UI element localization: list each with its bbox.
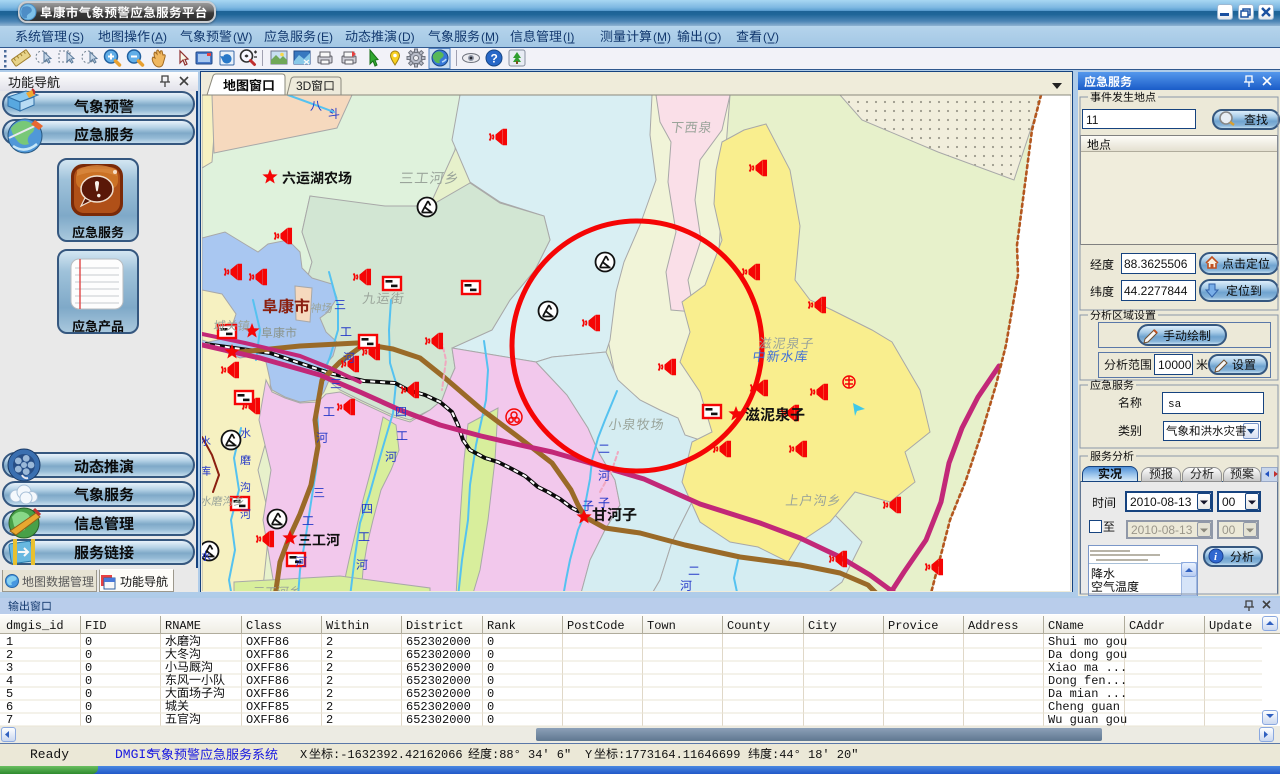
- svg-text:FID: FID: [85, 619, 107, 633]
- svg-text:2: 2: [326, 687, 333, 701]
- svg-text:OXFF86: OXFF86: [246, 713, 289, 727]
- svg-text:Address: Address: [968, 619, 1018, 633]
- svg-text:2: 2: [326, 648, 333, 662]
- svg-text:0: 0: [85, 700, 92, 714]
- svg-text:44.2277844: 44.2277844: [1124, 284, 1188, 298]
- svg-text:0: 0: [85, 674, 92, 688]
- svg-text:Wu guan gou: Wu guan gou: [1048, 713, 1127, 727]
- svg-text:Da mian ...: Da mian ...: [1048, 687, 1127, 701]
- svg-text:2010-08-13: 2010-08-13: [1130, 495, 1192, 509]
- svg-text:2: 2: [326, 700, 333, 714]
- svg-text:Cheng guan: Cheng guan: [1048, 700, 1120, 714]
- svg-text:Shui mo gou: Shui mo gou: [1048, 635, 1127, 649]
- svg-text:Da dong gou: Da dong gou: [1048, 648, 1127, 662]
- svg-text:Rank: Rank: [487, 619, 516, 633]
- svg-text:2: 2: [326, 635, 333, 649]
- svg-text:CName: CName: [1048, 619, 1084, 633]
- svg-text::1773164.11646699: :1773164.11646699: [618, 748, 740, 762]
- svg-text:2010-08-13: 2010-08-13: [1131, 523, 1193, 537]
- svg-text:0: 0: [85, 648, 92, 662]
- svg-text:OXFF86: OXFF86: [246, 635, 289, 649]
- svg-text:Dong fen...: Dong fen...: [1048, 674, 1127, 688]
- svg-text:652302000: 652302000: [406, 713, 471, 727]
- svg-text:City: City: [808, 619, 837, 633]
- svg-text:(D): (D): [398, 30, 415, 44]
- svg-text:0: 0: [487, 661, 494, 675]
- svg-text:652302000: 652302000: [406, 687, 471, 701]
- svg-text:(M): (M): [653, 30, 671, 44]
- svg-text:0: 0: [487, 635, 494, 649]
- svg-text:OXFF86: OXFF86: [246, 674, 289, 688]
- svg-text:0: 0: [85, 635, 92, 649]
- svg-text:2: 2: [326, 674, 333, 688]
- svg-text:OXFF86: OXFF86: [246, 661, 289, 675]
- svg-text:0: 0: [85, 713, 92, 727]
- svg-text:4: 4: [6, 674, 13, 688]
- svg-text:652302000: 652302000: [406, 648, 471, 662]
- svg-text::-1632392.42162066: :-1632392.42162066: [333, 748, 463, 762]
- svg-text:6: 6: [6, 700, 13, 714]
- svg-text:2: 2: [326, 713, 333, 727]
- svg-text:00: 00: [1222, 495, 1236, 509]
- svg-text:0: 0: [487, 713, 494, 727]
- svg-text:652302000: 652302000: [406, 674, 471, 688]
- svg-text:(M): (M): [481, 30, 499, 44]
- svg-text:CAddr: CAddr: [1129, 619, 1165, 633]
- svg-text::44° 18′ 20″: :44° 18′ 20″: [772, 748, 858, 762]
- svg-text:0: 0: [487, 700, 494, 714]
- svg-text:District: District: [406, 619, 464, 633]
- svg-text:Ready: Ready: [30, 747, 69, 762]
- svg-text:OXFF85: OXFF85: [246, 700, 289, 714]
- svg-text:0: 0: [487, 687, 494, 701]
- svg-text:00: 00: [1222, 523, 1236, 537]
- svg-text:RNAME: RNAME: [165, 619, 201, 633]
- svg-text:?: ?: [491, 52, 498, 66]
- svg-text:7: 7: [6, 713, 13, 727]
- svg-text::88° 34′ 6″: :88° 34′ 6″: [492, 748, 571, 762]
- svg-text:OXFF86: OXFF86: [246, 687, 289, 701]
- svg-text:(A): (A): [151, 30, 167, 44]
- svg-text:5: 5: [6, 687, 13, 701]
- svg-text:(W): (W): [233, 30, 252, 44]
- svg-text:0: 0: [487, 648, 494, 662]
- svg-text:PostCode: PostCode: [567, 619, 625, 633]
- svg-text:(I): (I): [563, 30, 574, 44]
- svg-text:10000: 10000: [1158, 358, 1192, 372]
- svg-text:(V): (V): [763, 30, 779, 44]
- svg-text:(S): (S): [68, 30, 84, 44]
- svg-text:Class: Class: [246, 619, 282, 633]
- svg-text:Y: Y: [585, 748, 592, 762]
- svg-text:Provice: Provice: [888, 619, 938, 633]
- svg-text:Town: Town: [647, 619, 676, 633]
- svg-text:dmgis_id: dmgis_id: [6, 619, 64, 633]
- svg-text:(O): (O): [704, 30, 721, 44]
- svg-text:Within: Within: [326, 619, 369, 633]
- svg-text:652302000: 652302000: [406, 635, 471, 649]
- svg-text:11: 11: [1086, 113, 1099, 127]
- svg-text:Update: Update: [1209, 619, 1252, 633]
- svg-text:0: 0: [85, 687, 92, 701]
- svg-text:DMGIS: DMGIS: [115, 747, 154, 762]
- svg-text:88.3625506: 88.3625506: [1124, 257, 1188, 271]
- svg-text:0: 0: [487, 674, 494, 688]
- svg-text:2: 2: [6, 648, 13, 662]
- svg-text:0: 0: [85, 661, 92, 675]
- svg-text:652302000: 652302000: [406, 700, 471, 714]
- svg-text:County: County: [727, 619, 770, 633]
- svg-text:X: X: [300, 748, 307, 762]
- svg-text:OXFF86: OXFF86: [246, 648, 289, 662]
- svg-text:3D: 3D: [296, 79, 312, 93]
- svg-text:(E): (E): [317, 30, 333, 44]
- svg-text:2: 2: [326, 661, 333, 675]
- svg-text:1: 1: [6, 635, 13, 649]
- svg-text:sa: sa: [1168, 399, 1182, 411]
- svg-text:652302000: 652302000: [406, 661, 471, 675]
- svg-text:Xiao ma ...: Xiao ma ...: [1048, 661, 1127, 675]
- svg-text:3: 3: [6, 661, 13, 675]
